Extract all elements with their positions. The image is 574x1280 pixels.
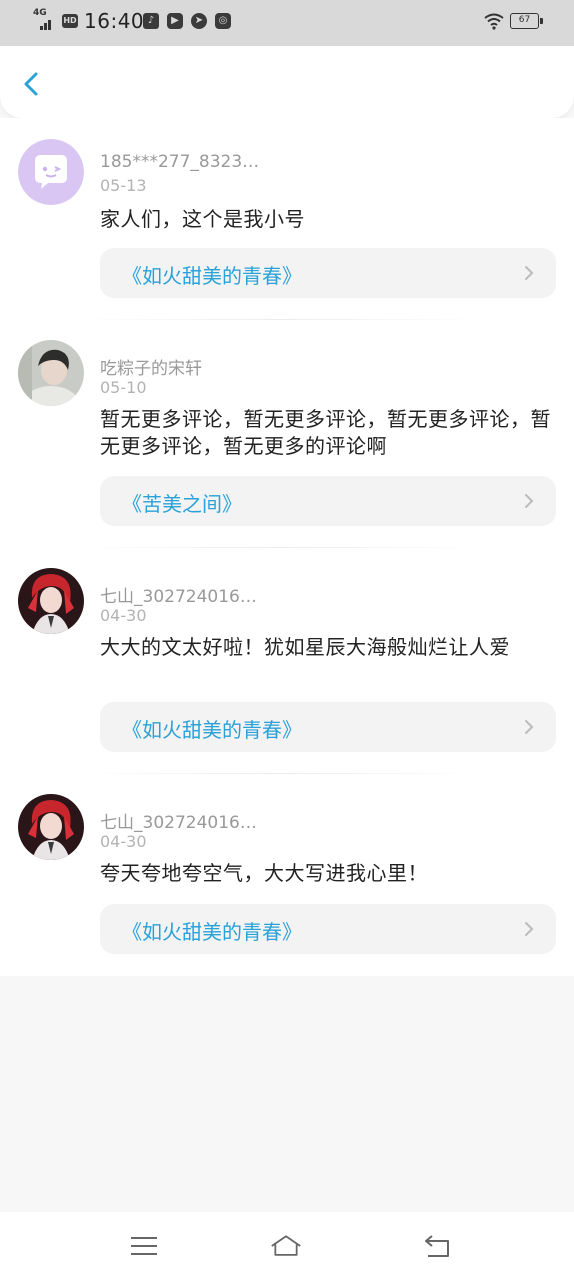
default-avatar-icon <box>18 139 84 205</box>
wifi-icon <box>484 13 504 30</box>
book-title: 《如火甜美的青春》 <box>122 718 302 742</box>
book-title: 《如火甜美的青春》 <box>122 264 302 288</box>
chat-app-icon: ◎ <box>215 13 231 29</box>
comment-list: 185***277_8323… 05-13 家人们，这个是我小号 《如火甜美的青… <box>0 118 574 976</box>
comment-date: 05-10 <box>100 378 147 397</box>
chevron-right-icon <box>525 494 534 508</box>
book-title: 《苦美之间》 <box>122 492 242 516</box>
comment-text: 夸天夸地夸空气，大大写进我心里！ <box>100 861 428 885</box>
avatar[interactable] <box>18 794 84 860</box>
comment-text: 暂无更多评论，暂无更多评论，暂无更多评论，暂无更多评论，暂无更多的评论啊 <box>100 407 551 458</box>
compass-icon: ➤ <box>191 13 207 29</box>
comment-card: 185***277_8323… 05-13 家人们，这个是我小号 《如火甜美的青… <box>0 118 574 320</box>
comment-card: 七山_302724016… 04-30 大大的文太好啦！犹如星辰大海般灿烂让人爱… <box>0 548 574 774</box>
back-button[interactable] <box>18 68 46 100</box>
comment-date: 05-13 <box>100 176 147 195</box>
battery-level: 67 <box>518 15 531 25</box>
comment-card: 吃粽子的宋轩 05-10 暂无更多评论，暂无更多评论，暂无更多评论，暂无更多评论… <box>0 320 574 548</box>
chevron-right-icon <box>525 922 534 936</box>
book-link[interactable]: 《如火甜美的青春》 <box>100 702 556 752</box>
book-title: 《如火甜美的青春》 <box>122 920 302 944</box>
comment-text: 家人们，这个是我小号 <box>100 207 305 231</box>
status-bar: 4G HD 16:40 ♪ ▶ ➤ ◎ 67 <box>0 0 574 46</box>
username[interactable]: 185***277_8323… <box>100 152 259 172</box>
header <box>0 46 574 118</box>
battery-icon: 67 <box>510 13 543 29</box>
book-link[interactable]: 《苦美之间》 <box>100 476 556 526</box>
clock: 16:40 <box>84 9 145 33</box>
user-photo-avatar <box>18 340 84 406</box>
anime-avatar <box>18 568 84 634</box>
system-nav-bar <box>0 1212 574 1280</box>
book-link[interactable]: 《如火甜美的青春》 <box>100 248 556 298</box>
username[interactable]: 七山_302724016… <box>100 582 257 607</box>
avatar[interactable] <box>18 340 84 406</box>
signal-icon: 4G <box>32 8 54 32</box>
comment-date: 04-30 <box>100 606 147 625</box>
video-icon: ▶ <box>167 13 183 29</box>
username[interactable]: 七山_302724016… <box>100 808 257 833</box>
comment-text: 大大的文太好啦！犹如星辰大海般灿烂让人爱 <box>100 635 510 659</box>
avatar[interactable] <box>18 568 84 634</box>
chevron-left-icon <box>24 72 38 96</box>
back-icon[interactable] <box>422 1232 454 1260</box>
book-link[interactable]: 《如火甜美的青春》 <box>100 904 556 954</box>
comment-card: 七山_302724016… 04-30 夸天夸地夸空气，大大写进我心里！ 《如火… <box>0 774 574 976</box>
avatar[interactable] <box>18 139 84 205</box>
chevron-right-icon <box>525 720 534 734</box>
home-icon[interactable] <box>270 1232 302 1260</box>
tiktok-icon: ♪ <box>143 13 159 29</box>
username[interactable]: 吃粽子的宋轩 <box>100 354 202 379</box>
menu-icon[interactable] <box>128 1232 160 1260</box>
network-type: 4G <box>33 8 47 18</box>
comment-date: 04-30 <box>100 832 147 851</box>
chevron-right-icon <box>525 266 534 280</box>
anime-avatar <box>18 794 84 860</box>
hd-icon: HD <box>62 14 78 28</box>
